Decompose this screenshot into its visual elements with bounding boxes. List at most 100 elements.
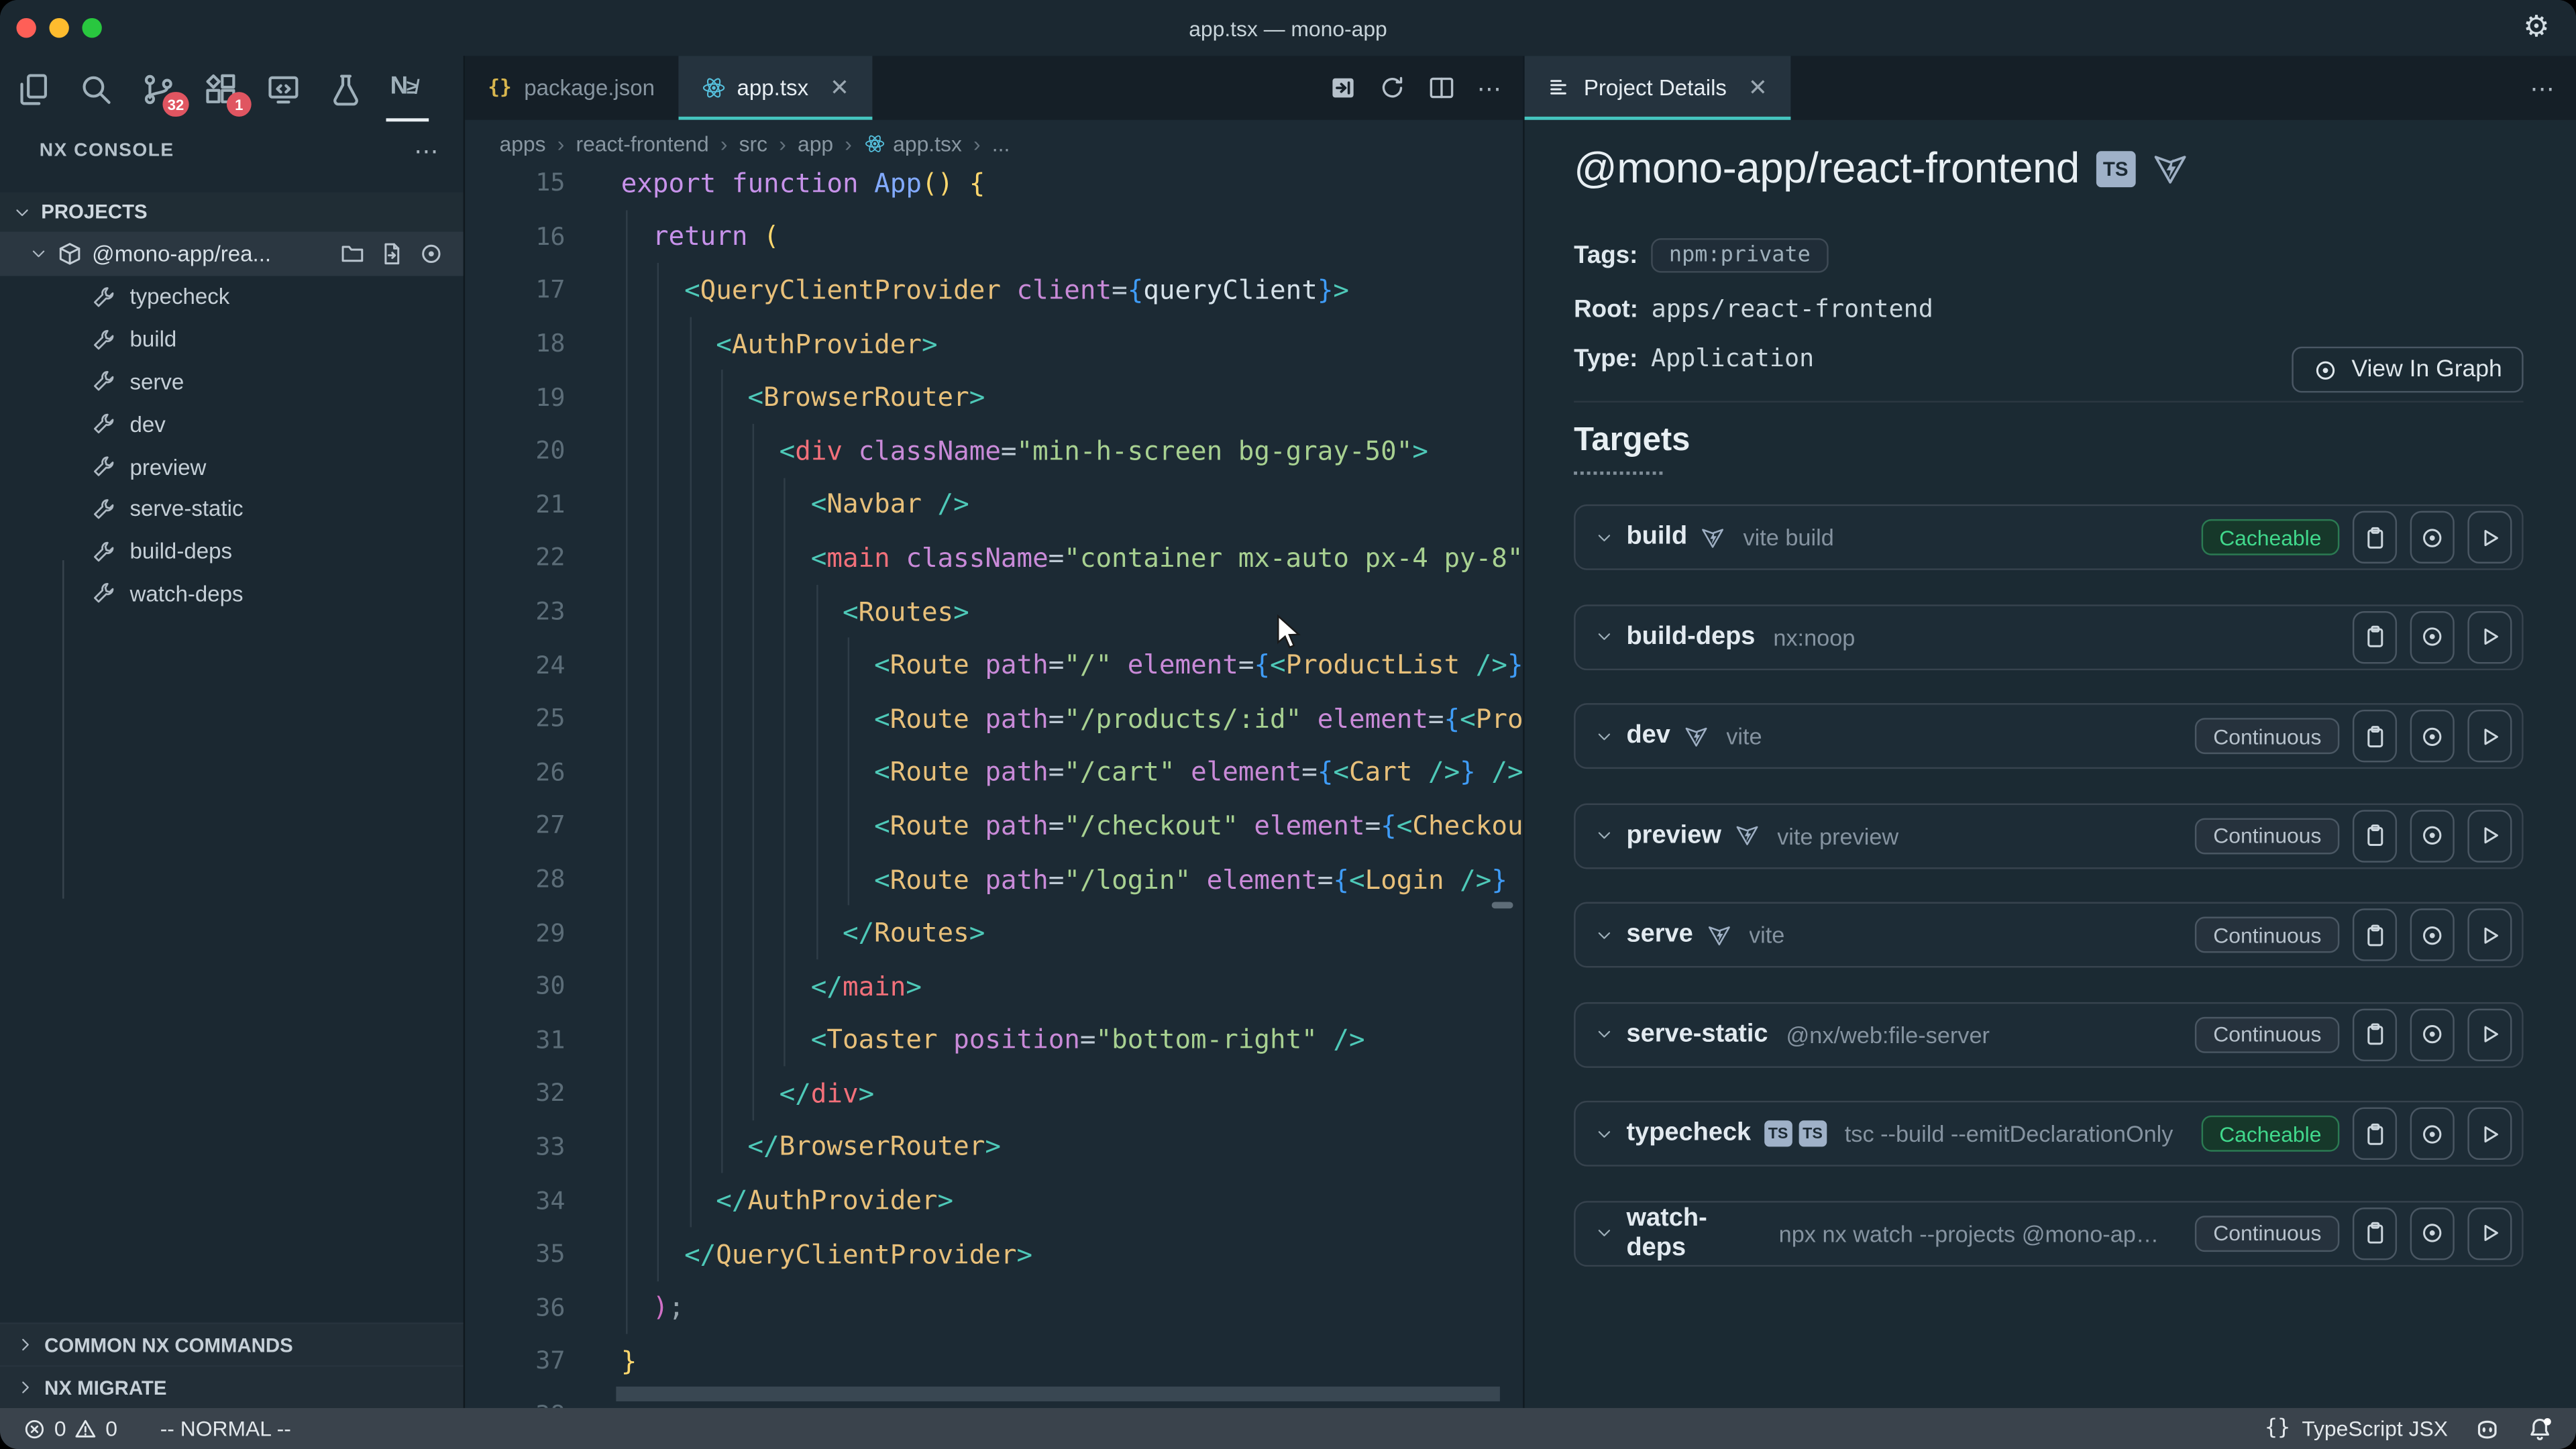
- copy-button[interactable]: [2353, 1108, 2397, 1160]
- file-go-icon[interactable]: [380, 241, 405, 266]
- play-button[interactable]: [2467, 710, 2512, 762]
- copy-button[interactable]: [2353, 511, 2397, 564]
- sidebar-target-serve-static[interactable]: serve-static: [0, 488, 464, 530]
- activity-item-search[interactable]: [72, 61, 119, 117]
- activity-item-nx-console[interactable]: N≱: [384, 61, 431, 117]
- sidebar-project-row[interactable]: @mono-app/rea...: [0, 231, 464, 276]
- chevron-down-icon[interactable]: [1595, 628, 1613, 646]
- sidebar-section-nx-migrate[interactable]: NX MIGRATE: [0, 1365, 464, 1408]
- code-line[interactable]: 19 <BrowserRouter>: [465, 370, 1523, 424]
- copy-button[interactable]: [2353, 809, 2397, 861]
- code-line[interactable]: 22 <main className="container mx-auto px…: [465, 531, 1523, 584]
- tab-project-details[interactable]: Project Details ✕: [1525, 56, 1790, 120]
- code-line[interactable]: 31 <Toaster position="bottom-right" />: [465, 1013, 1523, 1067]
- code-editor[interactable]: 15export function App() {16 return (17 <…: [465, 166, 1523, 1407]
- code-line[interactable]: 30 </main>: [465, 959, 1523, 1013]
- play-button[interactable]: [2467, 1207, 2512, 1259]
- sidebar-target-watch-deps[interactable]: watch-deps: [0, 573, 464, 615]
- sidebar-target-dev[interactable]: dev: [0, 403, 464, 445]
- more-actions-icon[interactable]: ⋯: [414, 136, 440, 166]
- play-button[interactable]: [2467, 908, 2512, 961]
- activity-item-remote-explorer[interactable]: [260, 61, 306, 117]
- gear-icon[interactable]: ⚙: [2523, 10, 2550, 43]
- target-card-build-deps[interactable]: build-depsnx:noop: [1574, 604, 2524, 669]
- play-button[interactable]: [2467, 1108, 2512, 1160]
- target-icon[interactable]: [419, 241, 443, 266]
- split-editor-icon[interactable]: [1428, 74, 1456, 102]
- activity-item-testing[interactable]: [322, 61, 368, 117]
- close-icon[interactable]: ✕: [1748, 74, 1768, 102]
- code-line[interactable]: 21 <Navbar />: [465, 478, 1523, 531]
- target-card-build[interactable]: buildvite buildCacheable: [1574, 504, 2524, 570]
- target-card-watch-deps[interactable]: watch-depsnpx nx watch --projects @mono-…: [1574, 1200, 2524, 1266]
- target-button[interactable]: [2410, 511, 2455, 564]
- chevron-down-icon[interactable]: [1595, 926, 1613, 944]
- copy-button[interactable]: [2353, 710, 2397, 762]
- code-line[interactable]: 34 </AuthProvider>: [465, 1173, 1523, 1227]
- play-button[interactable]: [2467, 610, 2512, 663]
- code-line[interactable]: 17 <QueryClientProvider client={queryCli…: [465, 263, 1523, 317]
- play-button[interactable]: [2467, 1008, 2512, 1060]
- folder-icon[interactable]: [340, 241, 365, 266]
- code-line[interactable]: 29 </Routes>: [465, 906, 1523, 959]
- sidebar-target-typecheck[interactable]: typecheck: [0, 276, 464, 318]
- view-in-graph-button[interactable]: View In Graph: [2292, 347, 2523, 393]
- more-actions-icon[interactable]: ⋯: [1477, 73, 1503, 103]
- play-button[interactable]: [2467, 809, 2512, 861]
- copy-button[interactable]: [2353, 610, 2397, 663]
- bell-icon[interactable]: [2527, 1415, 2553, 1442]
- breadcrumb-item[interactable]: apps: [499, 131, 545, 156]
- code-line[interactable]: 36 );: [465, 1281, 1523, 1334]
- code-line[interactable]: 18 <AuthProvider>: [465, 317, 1523, 370]
- target-card-dev[interactable]: devviteContinuous: [1574, 703, 2524, 769]
- chevron-down-icon[interactable]: [1595, 528, 1613, 546]
- tab-package.json[interactable]: {}package.json: [465, 56, 678, 120]
- target-button[interactable]: [2410, 710, 2455, 762]
- chevron-down-icon[interactable]: [1595, 1224, 1613, 1242]
- code-line[interactable]: 23 <Routes>: [465, 584, 1523, 638]
- target-button[interactable]: [2410, 1008, 2455, 1060]
- tab-app.tsx[interactable]: app.tsx✕: [678, 56, 872, 120]
- copilot-icon[interactable]: [2474, 1415, 2500, 1442]
- breadcrumb-item[interactable]: react-frontend: [576, 131, 708, 156]
- code-line[interactable]: 26 <Route path="/cart" element={<Cart />…: [465, 745, 1523, 799]
- target-button[interactable]: [2410, 1207, 2455, 1259]
- target-card-serve[interactable]: serveviteContinuous: [1574, 902, 2524, 967]
- breadcrumb-item[interactable]: app.tsx: [863, 131, 962, 156]
- chevron-down-icon[interactable]: [1595, 1025, 1613, 1043]
- open-changes-icon[interactable]: [1329, 74, 1357, 102]
- problems-indicator[interactable]: 0 0: [23, 1416, 117, 1441]
- copy-button[interactable]: [2353, 908, 2397, 961]
- activity-item-source-control[interactable]: 32: [135, 61, 181, 117]
- code-line[interactable]: 35 </QueryClientProvider>: [465, 1227, 1523, 1281]
- code-line[interactable]: 16 return (: [465, 209, 1523, 263]
- target-button[interactable]: [2410, 1108, 2455, 1160]
- code-line[interactable]: 27 <Route path="/checkout" element={<Che…: [465, 799, 1523, 853]
- activity-item-explorer[interactable]: [10, 61, 56, 117]
- chevron-down-icon[interactable]: [1595, 826, 1613, 845]
- breadcrumb-item[interactable]: ...: [992, 131, 1010, 156]
- code-line[interactable]: 25 <Route path="/products/:id" element={…: [465, 692, 1523, 745]
- refresh-icon[interactable]: [1379, 74, 1407, 102]
- code-line[interactable]: 28 <Route path="/login" element={<Login …: [465, 852, 1523, 906]
- target-card-preview[interactable]: previewvite previewContinuous: [1574, 802, 2524, 868]
- code-line[interactable]: 32 </div>: [465, 1067, 1523, 1120]
- code-line[interactable]: 20 <div className="min-h-screen bg-gray-…: [465, 424, 1523, 478]
- chevron-down-icon[interactable]: [1595, 1124, 1613, 1142]
- copy-button[interactable]: [2353, 1008, 2397, 1060]
- code-line[interactable]: 33 </BrowserRouter>: [465, 1120, 1523, 1173]
- language-mode[interactable]: {} TypeScript JSX: [2265, 1416, 2448, 1441]
- code-line[interactable]: 15export function App() {: [465, 166, 1523, 209]
- play-button[interactable]: [2467, 511, 2512, 564]
- target-card-serve-static[interactable]: serve-static@nx/web:file-serverContinuou…: [1574, 1002, 2524, 1067]
- target-button[interactable]: [2410, 809, 2455, 861]
- target-button[interactable]: [2410, 610, 2455, 663]
- code-line[interactable]: 24 <Route path="/" element={<ProductList…: [465, 638, 1523, 692]
- activity-item-extensions[interactable]: 1: [197, 61, 244, 117]
- sidebar-target-serve[interactable]: serve: [0, 361, 464, 403]
- chevron-down-icon[interactable]: [1595, 727, 1613, 745]
- more-actions-icon[interactable]: ⋯: [2530, 73, 2556, 103]
- breadcrumb-item[interactable]: app: [798, 131, 833, 156]
- copy-button[interactable]: [2353, 1207, 2397, 1259]
- breadcrumb-item[interactable]: src: [739, 131, 767, 156]
